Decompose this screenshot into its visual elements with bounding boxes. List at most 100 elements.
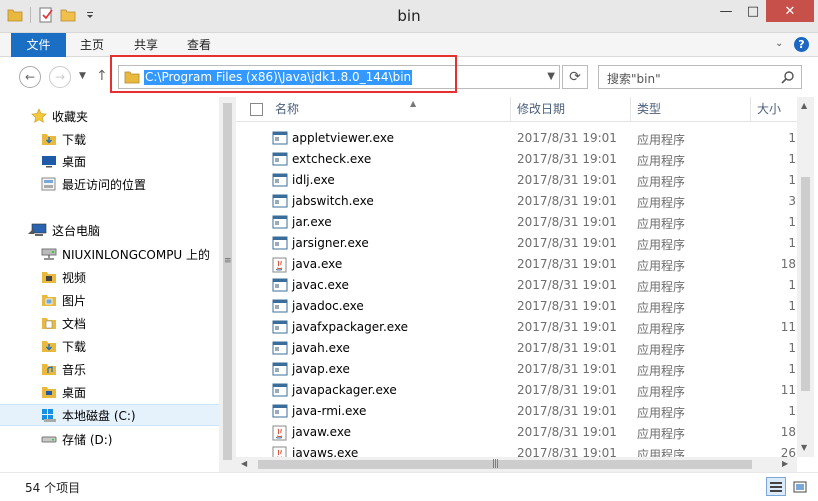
nav-music[interactable]: 音乐 [0,358,219,380]
help-icon[interactable]: ? [794,37,809,52]
windows-drive-icon [41,407,57,423]
column-name[interactable]: 名称 ▲ [269,97,511,122]
java-icon [272,257,288,273]
file-type: 应用程序 [637,196,686,210]
new-folder-icon[interactable] [59,6,77,24]
scroll-up-icon[interactable]: ▲ [801,101,807,110]
file-name: javaws.exe [292,446,359,457]
network-drive-icon [41,246,57,262]
table-row[interactable]: appletviewer.exe 2017/8/31 19:01 应用程序 1 [236,128,797,149]
column-type[interactable]: 类型 [631,97,751,122]
scroll-right-icon[interactable]: ▶ [782,459,788,468]
details-view-button[interactable] [766,477,786,496]
tab-view[interactable]: 查看 [187,33,211,57]
table-row[interactable]: javadoc.exe 2017/8/31 19:01 应用程序 1 [236,296,797,317]
expand-ribbon-icon[interactable]: ⌄ [775,38,783,49]
scroll-down-icon[interactable]: ▼ [801,443,807,452]
table-row[interactable]: javaw.exe 2017/8/31 19:01 应用程序 18 [236,422,797,443]
table-row[interactable]: jabswitch.exe 2017/8/31 19:01 应用程序 3 [236,191,797,212]
table-row[interactable]: idlj.exe 2017/8/31 19:01 应用程序 1 [236,170,797,191]
large-icons-view-icon [793,481,807,492]
file-size: 1 [788,236,796,250]
nav-downloads[interactable]: 下载 [0,128,219,150]
column-date[interactable]: 修改日期 [511,97,631,122]
address-dropdown-icon[interactable]: ▼ [547,71,555,82]
nav-pane-scrollbar[interactable]: ≡ [219,97,236,472]
address-path[interactable]: C:\Program Files (x86)\Java\jdk1.8.0_144… [144,70,413,85]
maximize-button[interactable]: □ [740,0,766,22]
tab-home[interactable]: 主页 [80,33,104,57]
app-window-icon [272,215,288,229]
nav-documents-label: 文档 [62,316,87,331]
table-row[interactable]: javafxpackager.exe 2017/8/31 19:01 应用程序 11 [236,317,797,338]
nav-downloads-pc[interactable]: 下载 [0,335,219,357]
scroll-left-icon[interactable]: ◀ [241,459,247,468]
file-name: java-rmi.exe [292,404,367,418]
large-icons-view-button[interactable] [790,477,810,496]
nav-this-pc[interactable]: ◢ 这台电脑 [0,219,219,241]
nav-storage-drive[interactable]: 存储 (D:) [0,428,219,450]
table-row[interactable]: javapackager.exe 2017/8/31 19:01 应用程序 11 [236,380,797,401]
music-folder-icon [41,361,57,377]
file-name: appletviewer.exe [292,131,394,145]
minimize-button[interactable]: — [712,0,740,22]
navigation-pane: 收藏夹 下载 桌面 最近访问的位置 ◢ 这台电脑 NIUXINLONGCOMPU… [0,97,219,472]
file-list-horizontal-scrollbar[interactable]: ◀ ||| ▶ [236,457,797,472]
nav-recent[interactable]: 最近访问的位置 [0,173,219,195]
downloads-folder-icon [41,338,57,354]
file-list-vertical-scrollbar[interactable]: ▲ ▼ [797,97,814,457]
table-row[interactable]: jar.exe 2017/8/31 19:01 应用程序 1 [236,212,797,233]
desktop-icon [41,153,57,169]
file-size: 11 [780,383,796,397]
nav-pane-scroll-thumb[interactable] [223,103,232,460]
file-type: 应用程序 [637,385,686,399]
table-row[interactable]: javap.exe 2017/8/31 19:01 应用程序 1 [236,359,797,380]
vertical-scroll-thumb[interactable] [801,177,810,391]
table-row[interactable]: java-rmi.exe 2017/8/31 19:01 应用程序 1 [236,401,797,422]
table-row[interactable]: extcheck.exe 2017/8/31 19:01 应用程序 1 [236,149,797,170]
nav-downloads-pc-label: 下载 [62,339,87,354]
horizontal-scroll-thumb[interactable] [258,460,752,469]
nav-local-disk[interactable]: 本地磁盘 (C:) [0,404,219,426]
address-bar[interactable]: C:\Program Files (x86)\Java\jdk1.8.0_144… [118,65,560,89]
file-size: 1 [788,404,796,418]
up-button[interactable]: ↑ [96,68,108,84]
close-button[interactable]: ✕ [766,0,814,22]
search-icon[interactable] [781,70,795,87]
search-input[interactable]: 搜索"bin" [598,65,802,89]
table-row[interactable]: java.exe 2017/8/31 19:01 应用程序 18 [236,254,797,275]
file-date: 2017/8/31 19:01 [517,257,617,271]
forward-button[interactable]: → [49,66,71,88]
file-size: 1 [788,341,796,355]
nav-favorites[interactable]: 收藏夹 [0,105,219,127]
collapse-icon[interactable]: ◢ [28,226,34,235]
file-type: 应用程序 [637,259,686,273]
app-window-icon [272,383,288,397]
tab-share[interactable]: 共享 [134,33,158,57]
file-type: 应用程序 [637,175,686,189]
nav-desktop-pc[interactable]: 桌面 [0,381,219,403]
file-name: javapackager.exe [292,383,397,397]
table-row[interactable]: jarsigner.exe 2017/8/31 19:01 应用程序 1 [236,233,797,254]
tab-file[interactable]: 文件 [11,33,66,57]
file-size: 1 [788,215,796,229]
nav-desktop[interactable]: 桌面 [0,150,219,172]
nav-pictures[interactable]: 图片 [0,289,219,311]
refresh-button[interactable]: ⟳ [562,65,588,89]
table-row[interactable]: javah.exe 2017/8/31 19:01 应用程序 1 [236,338,797,359]
column-size[interactable]: 大小 [751,97,797,122]
nav-documents[interactable]: 文档 [0,312,219,334]
recent-locations-icon[interactable]: ▼ [79,71,86,81]
nav-network-drive[interactable]: NIUXINLONGCOMPU 上的 [0,243,219,265]
nav-videos[interactable]: 视频 [0,266,219,288]
java-icon [272,425,288,441]
table-row[interactable]: javac.exe 2017/8/31 19:01 应用程序 1 [236,275,797,296]
select-all-checkbox[interactable] [250,103,263,116]
search-placeholder: 搜索"bin" [607,72,661,86]
sort-ascending-icon: ▲ [410,99,417,108]
back-button[interactable]: ← [19,66,41,88]
properties-icon[interactable] [37,6,55,24]
app-window-icon [272,404,288,418]
customize-dropdown-icon[interactable] [81,6,99,24]
table-row[interactable]: javaws.exe 2017/8/31 19:01 应用程序 26 [236,443,797,457]
